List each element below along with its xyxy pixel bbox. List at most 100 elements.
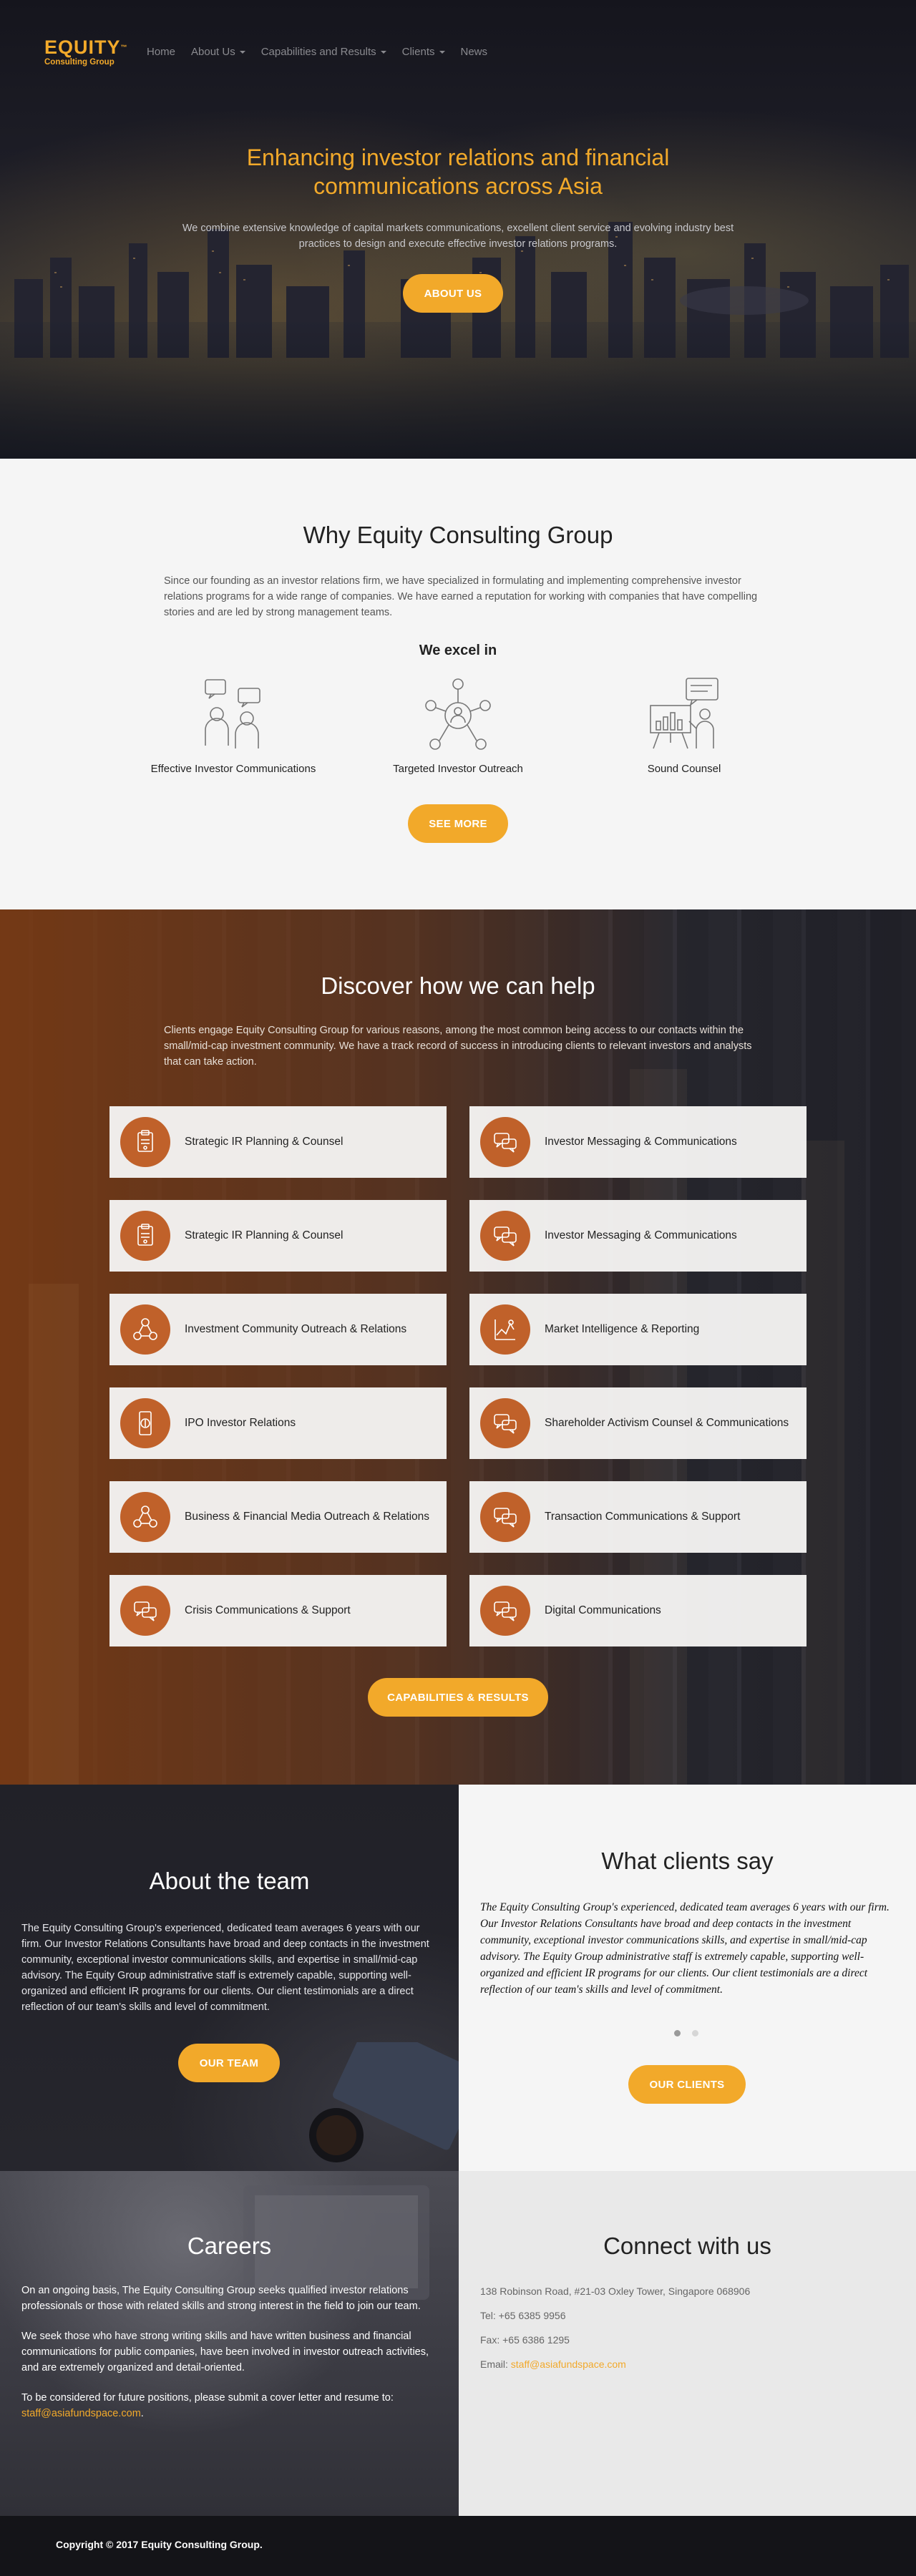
service-label: Strategic IR Planning & Counsel <box>185 1229 344 1241</box>
about-text: The Equity Consulting Group's experience… <box>21 1923 429 2013</box>
people-network-icon <box>133 1506 157 1528</box>
service-label: Crisis Communications & Support <box>185 1604 351 1616</box>
logo-sub: Consulting Group <box>44 58 114 67</box>
service-card[interactable]: Business & Financial Media Outreach & Re… <box>109 1481 447 1553</box>
caret-down-icon <box>439 51 445 54</box>
careers-email-suffix: . <box>140 2408 144 2419</box>
service-label: Investment Community Outreach & Relation… <box>185 1323 407 1335</box>
logo[interactable]: EQUITY™ Consulting Group <box>44 37 128 67</box>
service-card[interactable]: Strategic IR Planning & Counsel <box>109 1106 447 1178</box>
about-title: About the team <box>149 1868 310 1894</box>
service-icon-circle <box>480 1117 530 1167</box>
service-card[interactable]: Investor Messaging & Communications <box>469 1106 807 1178</box>
top-navigation: EQUITY™ Consulting Group Home About Us C… <box>0 0 916 107</box>
nav-label: About Us <box>191 46 235 58</box>
service-icon-circle <box>120 1492 170 1542</box>
harbor-water <box>0 322 916 459</box>
carousel-dot-1[interactable] <box>674 2030 681 2036</box>
presentation-board-icon <box>650 678 718 749</box>
careers-email-link[interactable]: staff@asiafundspace.com <box>21 2408 141 2419</box>
service-card[interactable]: Market Intelligence & Reporting <box>469 1294 807 1365</box>
background-building <box>802 1141 844 1785</box>
nav-item-about-us[interactable]: About Us <box>191 46 245 58</box>
our-clients-button[interactable]: OUR CLIENTS <box>628 2065 746 2104</box>
why-text: Since our founding as an investor relati… <box>164 575 758 618</box>
service-icon-circle <box>480 1211 530 1261</box>
chat-icon <box>494 1601 517 1621</box>
nav-item-capabilities[interactable]: Capabilities and Results <box>261 46 386 58</box>
laptop-coffee-decoration <box>309 2042 459 2162</box>
service-icon-circle <box>120 1211 170 1261</box>
service-icon-circle <box>120 1586 170 1636</box>
service-card[interactable]: Digital Communications <box>469 1575 807 1646</box>
feature-label: Targeted Investor Outreach <box>393 763 523 775</box>
service-label: Transaction Communications & Support <box>545 1511 741 1523</box>
service-card[interactable]: Investment Community Outreach & Relation… <box>109 1294 447 1365</box>
clients-section: What clients say The Equity Consulting G… <box>459 1785 916 2171</box>
feature-sound-counsel: Sound Counsel <box>591 677 777 775</box>
people-talking-icon <box>205 679 260 748</box>
service-card[interactable]: Investor Messaging & Communications <box>469 1200 807 1272</box>
chat-icon <box>494 1414 517 1434</box>
service-icon-circle <box>480 1586 530 1636</box>
our-team-button[interactable]: OUR TEAM <box>178 2044 280 2082</box>
chart-icon <box>494 1319 515 1340</box>
feature-investor-communications: Effective Investor Communications <box>140 677 326 775</box>
service-card[interactable]: Crisis Communications & Support <box>109 1575 447 1646</box>
service-label: Strategic IR Planning & Counsel <box>185 1136 344 1148</box>
copyright-text: Copyright © 2017 Equity Consulting Group… <box>56 2539 263 2550</box>
hero-section: EQUITY™ Consulting Group Home About Us C… <box>0 0 916 459</box>
nav-item-news[interactable]: News <box>461 46 488 58</box>
background-building <box>29 1284 79 1785</box>
client-quote: The Equity Consulting Group's experience… <box>480 1901 890 1996</box>
careers-paragraph-3: To be considered for future positions, p… <box>21 2390 437 2421</box>
clipboard-icon <box>137 1130 153 1152</box>
caret-down-icon <box>239 51 245 54</box>
fax-text: Fax: +65 6386 1295 <box>480 2334 570 2346</box>
chat-icon <box>494 1508 517 1528</box>
service-icon-circle <box>480 1304 530 1355</box>
logo-tm: ™ <box>120 44 128 51</box>
email-link[interactable]: staff@asiafundspace.com <box>511 2358 626 2370</box>
careers-title: Careers <box>187 2233 272 2259</box>
chat-icon <box>494 1133 517 1153</box>
caret-down-icon <box>380 51 386 54</box>
money-icon <box>139 1411 152 1435</box>
service-label: Market Intelligence & Reporting <box>545 1323 700 1335</box>
nav-item-home[interactable]: Home <box>147 46 175 58</box>
capabilities-results-button[interactable]: CAPABILITIES & RESULTS <box>368 1678 548 1717</box>
nav-label: Capabilities and Results <box>260 46 376 58</box>
feature-investor-outreach: Targeted Investor Outreach <box>365 677 551 775</box>
discover-title: Discover how we can help <box>321 972 595 999</box>
chat-icon <box>494 1226 517 1246</box>
careers-section: Careers On an ongoing basis, The Equity … <box>0 2171 459 2516</box>
service-card[interactable]: Shareholder Activism Counsel & Communica… <box>469 1387 807 1459</box>
email-label: Email: <box>480 2358 511 2370</box>
footer: Copyright © 2017 Equity Consulting Group… <box>0 2516 916 2576</box>
connect-section: Connect with us 138 Robinson Road, #21-0… <box>459 2171 916 2516</box>
service-icon-circle <box>120 1398 170 1448</box>
see-more-button[interactable]: SEE MORE <box>408 804 508 843</box>
excel-title: We excel in <box>419 643 497 658</box>
discover-section: Discover how we can help Clients engage … <box>0 909 916 1785</box>
chat-icon <box>134 1601 157 1621</box>
network-icon <box>425 678 491 750</box>
about-us-button[interactable]: ABOUT US <box>403 274 503 313</box>
feature-label: Sound Counsel <box>647 763 721 775</box>
service-label: Digital Communications <box>545 1604 661 1616</box>
why-title: Why Equity Consulting Group <box>303 522 613 548</box>
service-card[interactable]: IPO Investor Relations <box>109 1387 447 1459</box>
about-section: About the team The Equity Consulting Gro… <box>0 1785 459 2171</box>
service-label: Investor Messaging & Communications <box>545 1136 737 1148</box>
service-label: Shareholder Activism Counsel & Communica… <box>545 1417 789 1429</box>
service-card[interactable]: Transaction Communications & Support <box>469 1481 807 1553</box>
nav-item-clients[interactable]: Clients <box>402 46 445 58</box>
service-card[interactable]: Strategic IR Planning & Counsel <box>109 1200 447 1272</box>
why-section: Why Equity Consulting Group Since our fo… <box>0 459 916 909</box>
carousel-dot-2[interactable] <box>692 2030 698 2036</box>
connect-title: Connect with us <box>603 2233 771 2259</box>
service-label: Investor Messaging & Communications <box>545 1229 737 1241</box>
careers-paragraph-2: We seek those who have strong writing sk… <box>21 2331 429 2373</box>
main-menu: Home About Us Capabilities and Results C… <box>147 46 487 58</box>
hero-title: Enhancing investor relations and financi… <box>246 145 670 199</box>
